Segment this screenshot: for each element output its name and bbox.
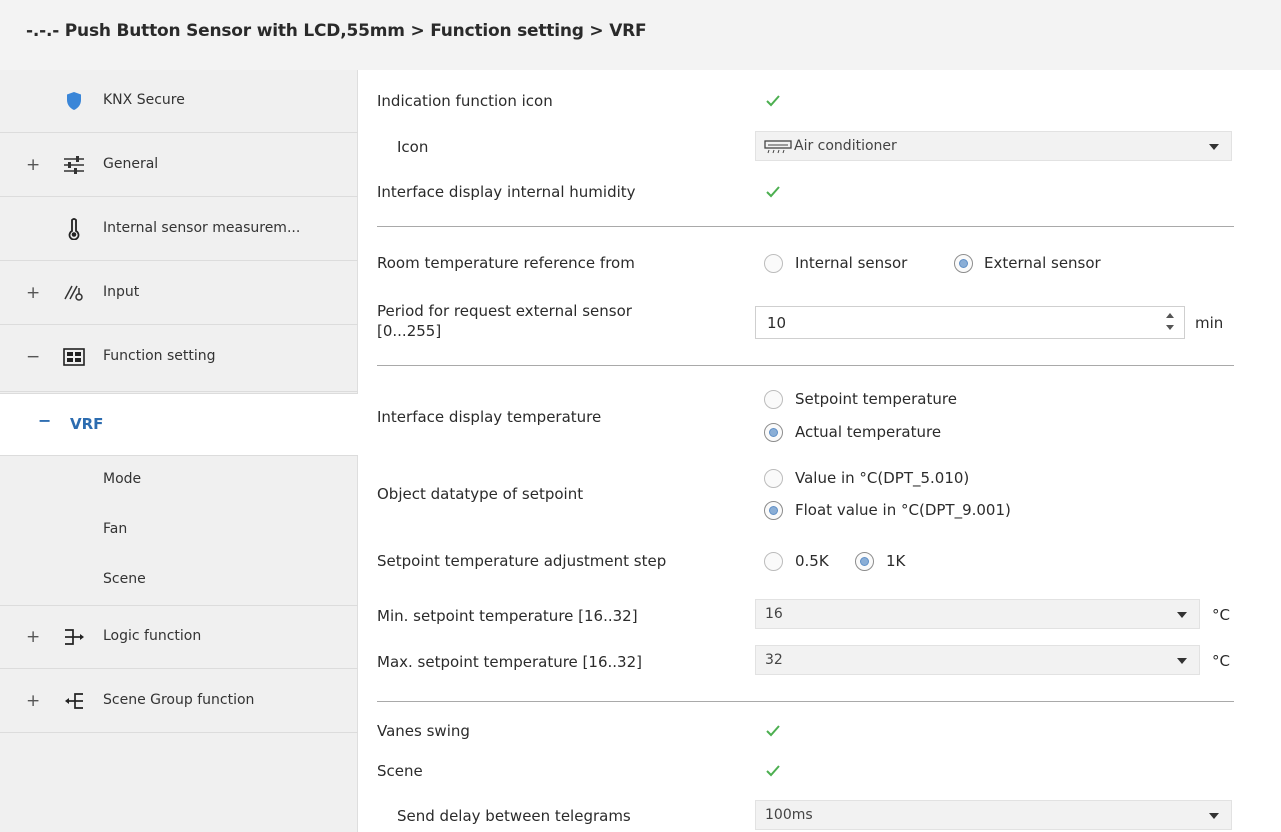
radio-label: 1K	[886, 552, 906, 570]
radio-label: Setpoint temperature	[795, 390, 957, 408]
spin-up-icon[interactable]	[1166, 313, 1174, 318]
sidebar-subitem-fan[interactable]: Fan	[0, 506, 358, 556]
unit-label: °C	[1212, 606, 1230, 624]
vanes-swing-checkbox[interactable]	[764, 722, 782, 740]
radio-label: Value in °C(DPT_5.010)	[795, 469, 970, 487]
input-icon	[63, 282, 85, 304]
radio-label: Actual temperature	[795, 423, 942, 441]
title-bar: -.-.- Push Button Sensor with LCD,55mm >…	[0, 0, 1281, 70]
expand-icon[interactable]: +	[26, 155, 40, 175]
setpoint-datatype-label: Object datatype of setpoint	[377, 485, 584, 503]
sidebar-item-internal-sensor[interactable]: Internal sensor measurem...	[0, 198, 358, 261]
chevron-down-icon	[1209, 813, 1219, 819]
expand-icon[interactable]: +	[26, 627, 40, 647]
thermometer-icon	[63, 218, 85, 240]
step-1k-radio[interactable]	[855, 552, 874, 571]
radio-label: 0.5K	[795, 552, 829, 570]
sidebar-item-label: Input	[103, 284, 140, 300]
room-temp-external-radio[interactable]	[954, 254, 973, 273]
send-delay-label: Send delay between telegrams	[397, 807, 631, 825]
sidebar-item-label: Logic function	[103, 628, 202, 644]
sidebar-item-label: Scene	[103, 571, 146, 587]
sidebar-item-general[interactable]: + General	[0, 134, 358, 197]
room-temp-ref-label: Room temperature reference from	[377, 254, 635, 272]
sidebar-subitem-scene[interactable]: Scene	[0, 556, 358, 606]
expand-icon[interactable]: +	[26, 691, 40, 711]
chevron-down-icon	[1177, 612, 1187, 618]
request-period-label: Period for request external sensor	[377, 302, 632, 320]
sidebar-item-label: Function setting	[103, 348, 216, 364]
sidebar-item-label: Fan	[103, 521, 128, 537]
sidebar: KNX Secure + General Internal sensor mea…	[0, 70, 358, 832]
sidebar-item-knx-secure[interactable]: KNX Secure	[0, 70, 358, 133]
breadcrumb-title: -.-.- Push Button Sensor with LCD,55mm >…	[26, 21, 647, 41]
dropdown-value: 16	[765, 606, 783, 622]
vanes-swing-label: Vanes swing	[377, 722, 470, 740]
unit-label: °C	[1212, 652, 1230, 670]
spin-down-icon[interactable]	[1166, 325, 1174, 330]
request-period-range: [0...255]	[377, 322, 442, 340]
shield-icon	[63, 90, 85, 112]
separator	[377, 365, 1234, 366]
icon-dropdown[interactable]: Air conditioner	[755, 131, 1232, 161]
datatype-dpt5-radio[interactable]	[764, 469, 783, 488]
expand-icon[interactable]: +	[26, 283, 40, 303]
sidebar-item-label: Scene Group function	[103, 692, 255, 708]
sidebar-item-vrf[interactable]: − VRF	[0, 393, 358, 456]
room-temp-internal-radio[interactable]	[764, 254, 783, 273]
divider	[0, 391, 358, 392]
dropdown-value: 32	[765, 652, 783, 668]
sidebar-item-scene-group-function[interactable]: + Scene Group function	[0, 670, 358, 733]
function-grid-icon	[63, 346, 85, 368]
step-0-5k-radio[interactable]	[764, 552, 783, 571]
chevron-down-icon	[1209, 144, 1219, 150]
unit-label: min	[1195, 314, 1224, 332]
sidebar-item-label: Internal sensor measurem...	[103, 220, 301, 236]
icon-value: Air conditioner	[794, 138, 897, 154]
separator	[377, 226, 1234, 227]
chevron-down-icon	[1177, 658, 1187, 664]
sidebar-item-label: KNX Secure	[103, 92, 185, 108]
scene-checkbox[interactable]	[764, 762, 782, 780]
parameter-panel: Indication function icon Icon Air condit…	[359, 70, 1281, 832]
scene-label: Scene	[377, 762, 423, 780]
min-setpoint-dropdown[interactable]: 16	[755, 599, 1200, 629]
sidebar-item-label: VRF	[70, 415, 104, 433]
radio-label: Internal sensor	[795, 254, 908, 272]
sidebar-item-input[interactable]: + Input	[0, 262, 358, 325]
radio-label: External sensor	[984, 254, 1101, 272]
display-humidity-checkbox[interactable]	[764, 183, 782, 201]
radio-label: Float value in °C(DPT_9.001)	[795, 501, 1011, 519]
icon-label: Icon	[397, 138, 429, 156]
sidebar-item-label: Mode	[103, 471, 142, 487]
min-setpoint-label: Min. setpoint temperature [16..32]	[377, 607, 638, 625]
collapse-icon[interactable]: −	[26, 347, 40, 367]
scene-group-icon	[63, 690, 85, 712]
air-conditioner-icon	[764, 140, 792, 154]
indication-icon-label: Indication function icon	[377, 92, 553, 110]
datatype-dpt9-radio[interactable]	[764, 501, 783, 520]
sidebar-item-function-setting[interactable]: − Function setting	[0, 326, 358, 389]
dropdown-value: 100ms	[765, 807, 813, 823]
sliders-icon	[63, 154, 85, 176]
logic-icon	[63, 626, 85, 648]
indication-icon-checkbox[interactable]	[764, 92, 782, 110]
spinbox-value: 10	[767, 314, 787, 332]
send-delay-dropdown[interactable]: 100ms	[755, 800, 1232, 830]
adjust-step-label: Setpoint temperature adjustment step	[377, 552, 667, 570]
collapse-icon[interactable]: −	[38, 411, 51, 430]
max-setpoint-dropdown[interactable]: 32	[755, 645, 1200, 675]
sidebar-item-logic-function[interactable]: + Logic function	[0, 606, 358, 669]
display-actual-radio[interactable]	[764, 423, 783, 442]
display-humidity-label: Interface display internal humidity	[377, 183, 636, 201]
sidebar-subitem-mode[interactable]: Mode	[0, 456, 358, 506]
max-setpoint-label: Max. setpoint temperature [16..32]	[377, 653, 642, 671]
request-period-spinbox[interactable]: 10	[755, 306, 1185, 339]
display-setpoint-radio[interactable]	[764, 390, 783, 409]
sidebar-item-label: General	[103, 156, 159, 172]
separator	[377, 701, 1234, 702]
display-temp-label: Interface display temperature	[377, 408, 602, 426]
